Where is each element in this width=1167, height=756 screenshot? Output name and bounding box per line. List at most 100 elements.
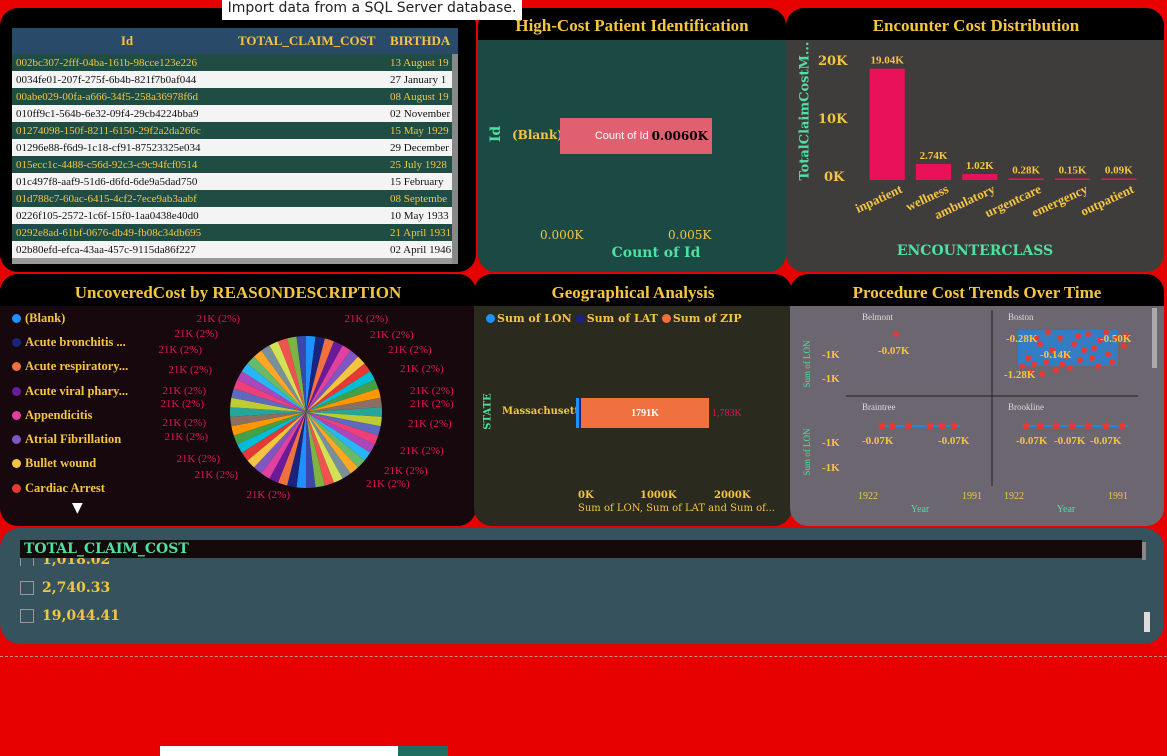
encounter-bar[interactable] xyxy=(869,68,905,180)
geo-bar-value: 1791K xyxy=(631,408,659,419)
legend-item[interactable]: Acute viral phary... xyxy=(12,379,142,403)
cell-birthdate: 10 May 1933 xyxy=(390,209,449,222)
legend-label: Bullet wound xyxy=(25,456,97,471)
data-point[interactable] xyxy=(1084,422,1092,430)
encounter-bar[interactable] xyxy=(1054,178,1091,181)
geo-bar-lon[interactable] xyxy=(576,398,579,428)
table-row[interactable]: 01274098-150f-8211-6150-29f2a2da266c 15 M… xyxy=(12,122,458,139)
slicer-checkbox-1[interactable] xyxy=(20,581,34,595)
legend-item[interactable]: Cardiac Arrest xyxy=(12,476,142,500)
table-row[interactable]: 0034fe01-207f-275f-6b4b-821f7b0af044 27 J… xyxy=(12,71,458,88)
data-point[interactable] xyxy=(1109,359,1115,365)
table-row[interactable]: 00abe029-00fa-a666-34f5-258a36978f6d 08 A… xyxy=(12,88,458,105)
data-point[interactable] xyxy=(1081,347,1087,353)
data-point[interactable] xyxy=(1059,361,1065,367)
table-row[interactable]: 01c497f8-aaf9-51d6-d6fd-6de9a5dad750 15 F… xyxy=(12,173,458,190)
cell-id: 01296e88-f6d9-1c18-cf91-87523325e034 xyxy=(16,141,201,154)
data-point[interactable] xyxy=(1052,422,1060,430)
legend-item[interactable]: Atrial Fibrillation xyxy=(12,427,142,451)
procedure-scrollbar[interactable] xyxy=(1152,308,1157,368)
slicer-item-1[interactable]: 2,740.33 xyxy=(20,580,110,596)
procedure-panel: Procedure Cost Trends Over Time Belmont B… xyxy=(790,274,1164,526)
data-point[interactable] xyxy=(938,422,946,430)
table-row[interactable]: 01d788c7-60ac-6415-4cf2-7ece9ab3aabf 08 S… xyxy=(12,190,458,207)
legend-item[interactable]: (Blank) xyxy=(12,306,142,330)
data-point[interactable] xyxy=(893,331,899,337)
horizontal-scrollbar[interactable] xyxy=(12,258,452,264)
encounter-bar[interactable] xyxy=(915,163,952,180)
encounter-bar[interactable] xyxy=(1008,178,1044,180)
data-point[interactable] xyxy=(926,422,934,430)
table-row[interactable]: 02b80efd-efca-43aa-457c-9115da86f227 02 A… xyxy=(12,241,458,258)
slicer-scrollbar[interactable] xyxy=(1144,612,1150,632)
encounter-data-label: 0.09K xyxy=(1105,165,1133,177)
uncovered-panel: UncoveredCost by REASONDESCRIPTION (Blan… xyxy=(0,274,476,526)
data-point[interactable] xyxy=(1045,329,1051,335)
data-point[interactable] xyxy=(1022,422,1030,430)
legend-item[interactable]: Acute bronchitis ... xyxy=(12,330,142,354)
geo-bar-lat[interactable] xyxy=(579,398,581,428)
pie-data-label: 21K (2%) xyxy=(410,398,454,410)
data-point[interactable] xyxy=(1039,371,1045,377)
xtick-label: 1991 xyxy=(1108,491,1128,502)
data-point[interactable] xyxy=(1068,422,1076,430)
legend-item[interactable]: Acute respiratory... xyxy=(12,355,142,379)
pie-data-label: 21K (2%) xyxy=(162,417,206,429)
slicer-header[interactable]: TOTAL_CLAIM_COST xyxy=(20,540,1142,558)
encounter-xlabel: ENCOUNTERCLASS xyxy=(896,243,1054,259)
data-point[interactable] xyxy=(1057,335,1063,341)
legend-expand-icon[interactable]: ▼ xyxy=(72,500,83,516)
table-row[interactable]: 01296e88-f6d9-1c18-cf91-87523325e034 29 D… xyxy=(12,139,458,156)
slicer-checkbox-2[interactable] xyxy=(20,609,34,623)
legend-dot xyxy=(12,313,21,323)
encounter-bar[interactable] xyxy=(1101,178,1137,181)
data-point[interactable] xyxy=(1105,351,1111,357)
data-point[interactable] xyxy=(1071,341,1077,347)
data-point[interactable] xyxy=(1036,422,1044,430)
legend-dot xyxy=(12,483,21,493)
data-point[interactable] xyxy=(1053,367,1059,373)
data-point[interactable] xyxy=(1031,361,1037,367)
vertical-scrollbar[interactable] xyxy=(452,54,458,264)
data-point[interactable] xyxy=(888,422,896,430)
data-point[interactable] xyxy=(904,422,912,430)
pie-data-label: 21K (2%) xyxy=(176,453,220,465)
small-multiple-title: Braintree xyxy=(862,402,895,412)
data-point[interactable] xyxy=(1085,331,1091,337)
legend-item[interactable]: Bullet wound xyxy=(12,452,142,476)
data-point[interactable] xyxy=(1118,422,1126,430)
data-point[interactable] xyxy=(950,422,958,430)
cell-birthdate: 27 January 1 xyxy=(390,73,447,86)
table-row[interactable]: 0292e8ad-61bf-0676-db49-fb08c34db695 21 A… xyxy=(12,224,458,241)
table-row[interactable]: 015ecc1c-4488-c56d-92c3-c9c94fcf0514 25 J… xyxy=(12,156,458,173)
table-row[interactable]: 010ff9c1-564b-6e32-09f4-29cb4224bba9 02 N… xyxy=(12,105,458,122)
ytick-label: -1K xyxy=(822,437,840,449)
data-point[interactable] xyxy=(1091,345,1097,351)
data-point[interactable] xyxy=(1067,365,1073,371)
small-multiple-title: Belmont xyxy=(862,312,893,322)
legend-label: Atrial Fibrillation xyxy=(25,432,122,447)
pie-data-label: 21K (2%) xyxy=(366,478,410,490)
high-cost-bar[interactable]: Count of Id 0.0060K xyxy=(560,118,712,154)
col-id-header[interactable]: Id xyxy=(12,33,238,49)
cell-id: 00abe029-00fa-a666-34f5-258a36978f6d xyxy=(16,90,199,103)
legend-item[interactable]: Appendicitis xyxy=(12,403,142,427)
encounter-bar[interactable] xyxy=(962,174,998,180)
encounter-category-label: outpatient xyxy=(1078,181,1137,219)
data-point[interactable] xyxy=(1037,341,1043,347)
table-row[interactable]: 002bc307-2fff-04ba-161b-98cce123e226 13 A… xyxy=(12,54,458,71)
data-label: -1.28K xyxy=(1004,369,1036,381)
data-label: -0.07K xyxy=(1090,435,1122,447)
col-birthdate-header[interactable]: BIRTHDA xyxy=(388,33,454,49)
encounter-chart: 19.04Kinpatient2.74Kwellness1.02Kambulat… xyxy=(853,55,1137,223)
table-row[interactable]: 0226f105-2572-1c6f-15f0-1aa0438e40d0 10 M… xyxy=(12,207,458,224)
data-point[interactable] xyxy=(1102,422,1110,430)
data-point[interactable] xyxy=(1025,355,1031,361)
data-point[interactable] xyxy=(1089,355,1095,361)
data-point[interactable] xyxy=(878,422,886,430)
data-point[interactable] xyxy=(1075,333,1081,339)
data-point[interactable] xyxy=(1077,357,1083,363)
data-point[interactable] xyxy=(1095,363,1101,369)
slicer-item-2[interactable]: 19,044.41 xyxy=(20,608,120,624)
col-total-claim-cost-header[interactable]: TOTAL_CLAIM_COST xyxy=(238,33,388,49)
